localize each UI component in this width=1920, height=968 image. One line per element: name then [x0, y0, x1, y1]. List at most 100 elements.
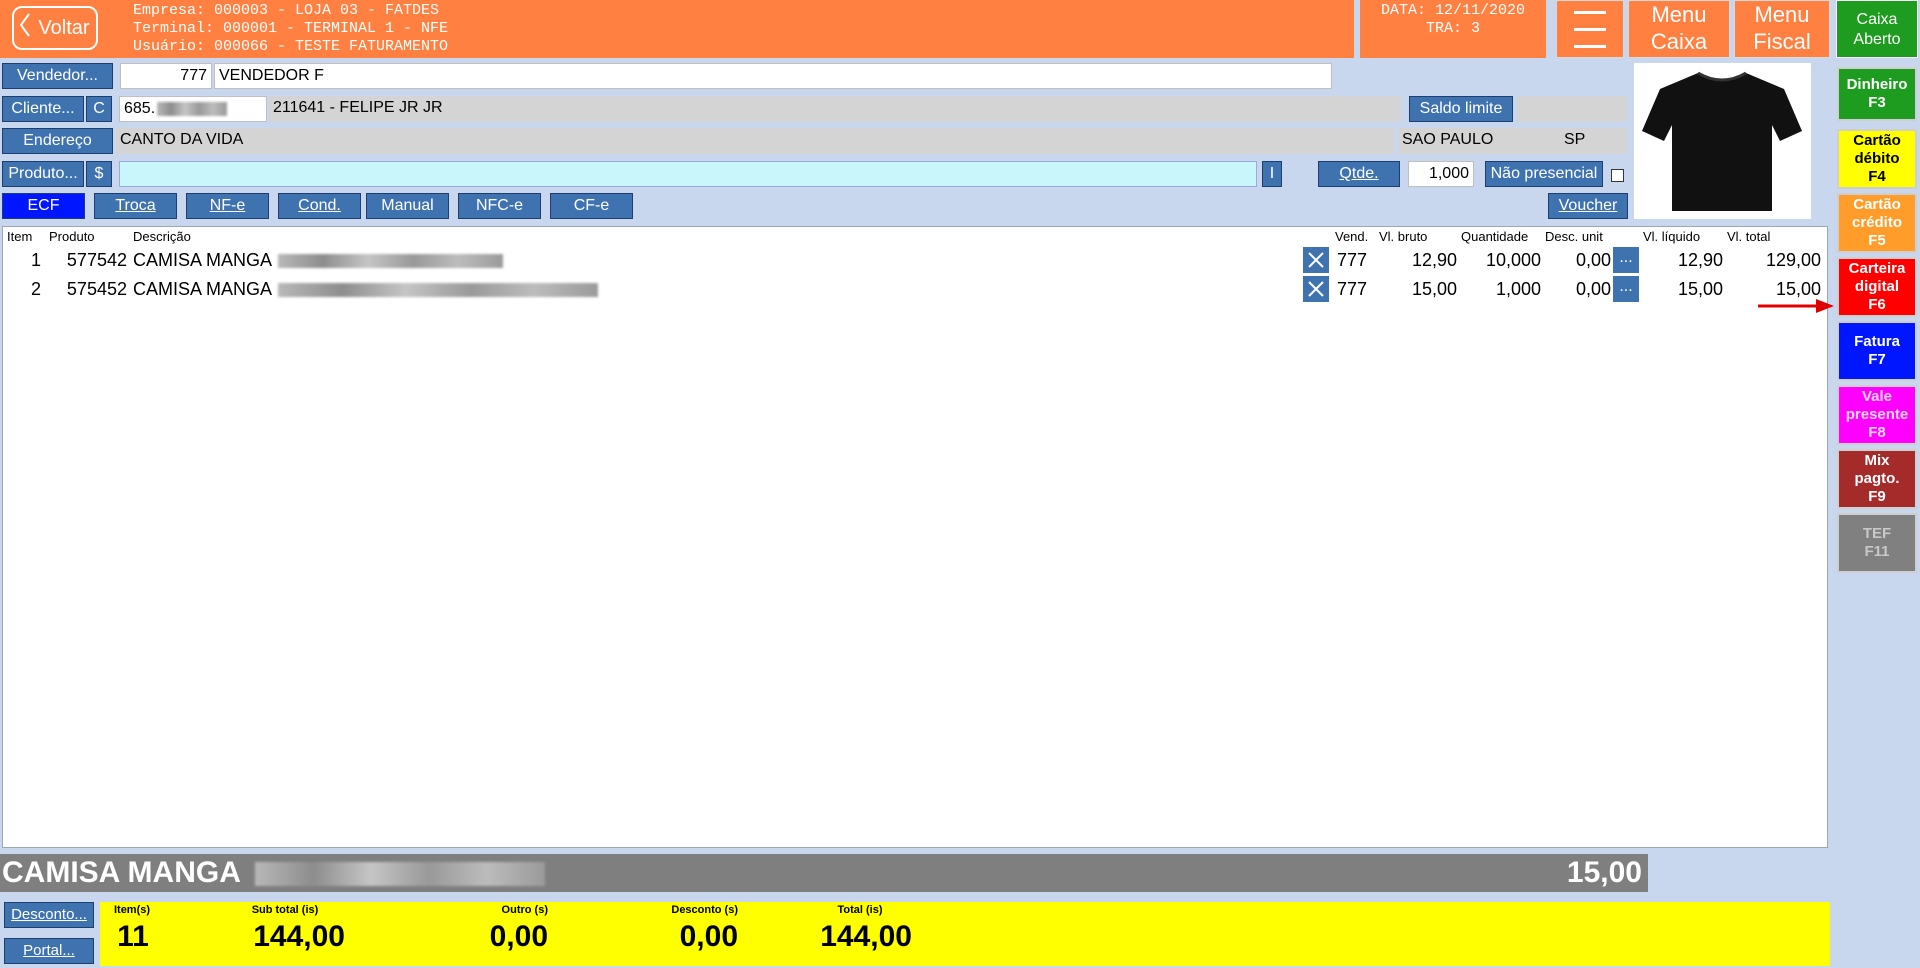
col-header-descricao: Descrição: [133, 229, 191, 244]
pay-fatura-button[interactable]: Fatura F7: [1837, 321, 1917, 381]
col-header-quantidade: Quantidade: [1461, 229, 1529, 244]
pay-vale-presente-button[interactable]: Vale presente F8: [1837, 385, 1917, 445]
cliente-cpf-field[interactable]: 685.: [119, 96, 267, 122]
produto-search-input[interactable]: [119, 161, 1257, 187]
endereco-button[interactable]: Endereço: [2, 128, 113, 154]
date-text: DATA: 12/11/2020: [1380, 2, 1526, 19]
cliente-button[interactable]: Cliente...: [2, 96, 84, 122]
date-panel: DATA: 12/11/2020 TRA: 3: [1360, 0, 1546, 58]
current-item-description: CAMISA MANGA: [2, 856, 241, 889]
pay-mix-button[interactable]: Mix pagto. F9: [1837, 449, 1917, 509]
produto-info-button[interactable]: I: [1262, 161, 1282, 187]
desconto-total-value: 0,00: [679, 920, 738, 953]
total-value: 144,00: [820, 920, 912, 953]
pay-tef-line1: TEF: [1862, 525, 1892, 542]
menu-caixa-button[interactable]: Menu Caixa: [1628, 0, 1730, 58]
mode-nfce-button[interactable]: NFC-e: [458, 193, 541, 219]
discount-options-button[interactable]: ...: [1613, 276, 1639, 302]
cell-quantidade: 10,000: [1485, 250, 1541, 270]
desconto-label: Desconto...: [11, 906, 87, 923]
pay-carteira-digital-button[interactable]: Carteira digital F6: [1837, 257, 1917, 317]
cell-quantidade: 1,000: [1495, 279, 1541, 299]
col-header-produto: Produto: [49, 229, 95, 244]
pay-credito-line1: Cartão: [1853, 196, 1901, 213]
produto-price-button[interactable]: $: [86, 161, 112, 187]
qtde-button[interactable]: Qtde.: [1318, 161, 1400, 187]
col-header-vl-bruto: Vl. bruto: [1379, 229, 1428, 244]
vendedor-code-field[interactable]: 777: [120, 63, 212, 89]
menu-fiscal-line2: Fiscal: [1753, 29, 1811, 54]
pay-tef-line2: F11: [1864, 543, 1890, 560]
menu-caixa-line2: Caixa: [1650, 29, 1708, 54]
vendedor-name-field[interactable]: VENDEDOR F: [214, 63, 1332, 89]
mode-nfe-button[interactable]: NF-e: [186, 193, 269, 219]
mode-manual-button[interactable]: Manual: [366, 193, 449, 219]
mode-cfe-button[interactable]: CF-e: [550, 193, 633, 219]
cell-descricao: CAMISA MANGA: [133, 247, 833, 273]
subtotal-label: Sub total (is): [251, 904, 319, 916]
annotation-arrow-icon: [1756, 296, 1836, 316]
voucher-button[interactable]: Voucher: [1548, 193, 1628, 219]
subtotal-value: 144,00: [253, 920, 345, 953]
produto-button[interactable]: Produto...: [2, 161, 84, 187]
cell-vl-liquido: 12,90: [1677, 250, 1723, 270]
menu-icon: [1570, 11, 1610, 60]
col-header-desc-unit: Desc. unit: [1545, 229, 1603, 244]
cell-produto: 575452: [66, 279, 127, 299]
cell-produto: 577542: [66, 250, 127, 270]
pay-cartao-credito-button[interactable]: Cartão crédito F5: [1837, 193, 1917, 253]
portal-button[interactable]: Portal...: [4, 938, 94, 964]
cliente-c-button[interactable]: C: [86, 96, 112, 122]
hamburger-menu-button[interactable]: [1556, 0, 1624, 58]
col-header-vend: Vend.: [1335, 229, 1369, 244]
mode-troca-button[interactable]: Troca: [94, 193, 177, 219]
qtde-field[interactable]: 1,000: [1408, 161, 1474, 187]
portal-label: Portal...: [23, 942, 75, 959]
caixa-status-badge: Caixa Aberto: [1836, 0, 1918, 58]
vendedor-button[interactable]: Vendedor...: [2, 63, 113, 89]
tshirt-icon: [1634, 71, 1811, 223]
mode-toolbar: ECF Troca NF-e Cond. Manual NFC-e CF-e: [2, 193, 642, 219]
pay-cartao-debito-button[interactable]: Cartão débito F4: [1837, 129, 1917, 189]
pay-tef-button[interactable]: TEF F11: [1837, 513, 1917, 573]
pay-vale-line2: presente: [1845, 406, 1909, 423]
mode-troca-label: Troca: [115, 197, 156, 214]
pay-mix-line3: F9: [1868, 488, 1886, 505]
caixa-status-line2: Aberto: [1853, 31, 1901, 48]
cliente-cpf-value: 685.: [124, 100, 156, 117]
pay-dinheiro-button[interactable]: Dinheiro F3: [1837, 67, 1917, 121]
table-row[interactable]: 1 577542 CAMISA MANGA 777 12,90 10,000 0…: [3, 247, 1827, 273]
remove-item-button[interactable]: [1303, 276, 1329, 302]
pay-mix-line2: pagto.: [1854, 470, 1900, 487]
pay-mix-line1: Mix: [1864, 452, 1890, 469]
menu-caixa-line1: Menu: [1651, 2, 1707, 27]
mode-cond-button[interactable]: Cond.: [278, 193, 361, 219]
pay-dinheiro-line1: Dinheiro: [1846, 76, 1908, 93]
close-icon: [1307, 249, 1325, 274]
remove-item-button[interactable]: [1303, 247, 1329, 273]
outro-value: 0,00: [489, 920, 548, 953]
cell-vend: 777: [1337, 250, 1368, 270]
col-header-vl-total: Vl. total: [1727, 229, 1771, 244]
cell-vl-bruto: 15,00: [1411, 279, 1457, 299]
saldo-limite-button[interactable]: Saldo limite: [1409, 96, 1513, 122]
menu-fiscal-button[interactable]: Menu Fiscal: [1734, 0, 1830, 58]
col-header-vl-liquido: Vl. líquido: [1643, 229, 1701, 244]
nao-presencial-button[interactable]: Não presencial: [1485, 161, 1603, 187]
pay-fatura-line2: F7: [1868, 351, 1886, 368]
col-header-item: Item: [7, 229, 33, 244]
endereco-field: CANTO DA VIDA: [116, 128, 1394, 154]
pay-credito-line3: F5: [1868, 232, 1886, 249]
discount-options-button[interactable]: ...: [1613, 247, 1639, 273]
back-button[interactable]: Voltar: [12, 6, 98, 50]
nao-presencial-checkbox[interactable]: [1611, 169, 1624, 182]
mode-cond-label: Cond.: [298, 197, 341, 214]
uf-field: SP: [1560, 128, 1627, 154]
desconto-button[interactable]: Desconto...: [4, 902, 94, 928]
cell-vl-total: 129,00: [1765, 250, 1821, 270]
mode-ecf-button[interactable]: ECF: [2, 193, 85, 219]
saldo-limite-field: [1517, 96, 1627, 122]
pay-dinheiro-line2: F3: [1868, 94, 1886, 111]
table-row[interactable]: 2 575452 CAMISA MANGA 777 15,00 1,000 0,…: [3, 276, 1827, 302]
qtde-label: Qtde.: [1339, 165, 1379, 182]
